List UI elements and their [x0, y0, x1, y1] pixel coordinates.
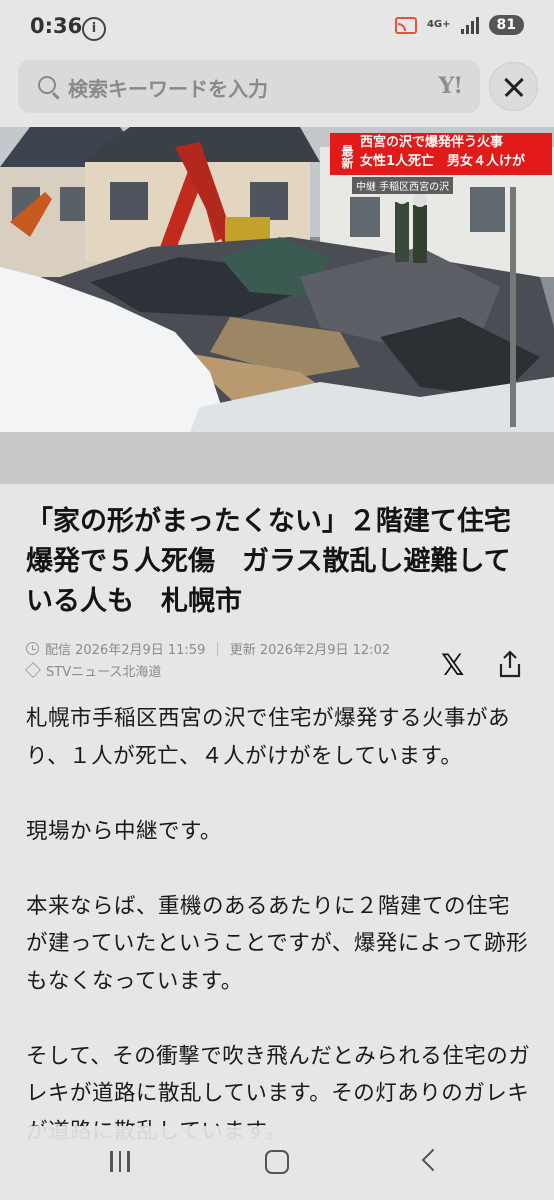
paragraph: 本来ならば、重機のあるあたりに２階建ての住宅が建っていたということですが、爆発に…: [26, 893, 529, 994]
search-input[interactable]: 検索キーワードを入力: [68, 73, 268, 102]
clock-icon: [26, 641, 39, 655]
location-label: 手稲区西宮の沢: [379, 182, 450, 193]
hero-image[interactable]: 最新 西宮の沢で爆発伴う火事 女性1人死亡 男女４人けが 中継 手稲区西宮の沢: [0, 127, 554, 432]
home-icon[interactable]: [265, 1150, 289, 1174]
publisher-icon: [25, 662, 41, 678]
network-label: 4G+: [426, 19, 451, 30]
info-icon: i: [82, 17, 106, 41]
system-nav-bar: [0, 1126, 554, 1200]
status-time: 0:36: [30, 14, 83, 38]
meta-separator: |: [215, 640, 220, 656]
live-caption: 中継 手稲区西宮の沢: [352, 177, 454, 194]
status-icons: 4G+ 81: [394, 15, 524, 35]
battery-badge: 81: [488, 15, 524, 35]
article-body: 札幌市手稲区西宮の沢で住宅が爆発する火事があり、１人が死亡、４人がけがをしていま…: [26, 700, 531, 1188]
paragraph: 札幌市手稲区西宮の沢で住宅が爆発する火事があり、１人が死亡、４人がけがをしていま…: [26, 706, 511, 769]
close-button[interactable]: [489, 62, 538, 111]
search-bar[interactable]: 検索キーワードを入力 Y!: [18, 60, 480, 113]
live-label: 中継: [356, 182, 376, 193]
search-icon: [38, 76, 56, 94]
share-icon[interactable]: [498, 650, 522, 678]
source-name[interactable]: STVニュース北海道: [46, 661, 161, 680]
telop-line1: 西宮の沢で爆発伴う火事: [360, 135, 504, 150]
signal-icon: [460, 16, 479, 34]
recent-apps-icon[interactable]: [110, 1151, 130, 1172]
status-bar: 0:36 i 4G+ 81: [0, 0, 554, 56]
telop-line2: 女性1人死亡 男女４人けが: [360, 154, 526, 169]
published-date: 配信 2026年2月9日 11:59: [45, 642, 206, 658]
latest-badge: 最新: [330, 133, 354, 175]
article-title: 「家の形がまったくない」２階建て住宅爆発で５人死傷 ガラス散乱し避難している人も…: [26, 506, 511, 617]
x-share-button[interactable]: 𝕏: [441, 648, 464, 682]
updated-date: 更新 2026年2月9日 12:02: [229, 642, 391, 658]
yahoo-logo: Y!: [438, 73, 463, 99]
image-caption-band: [0, 432, 554, 484]
article-meta: 配信 2026年2月9日 11:59 | 更新 2026年2月9日 12:02 …: [25, 637, 391, 681]
telop-banner: 最新 西宮の沢で爆発伴う火事 女性1人死亡 男女４人けが: [330, 133, 552, 175]
cast-icon: [394, 16, 417, 34]
paragraph: 現場から中継です。: [26, 818, 222, 844]
back-icon[interactable]: [421, 1148, 445, 1172]
